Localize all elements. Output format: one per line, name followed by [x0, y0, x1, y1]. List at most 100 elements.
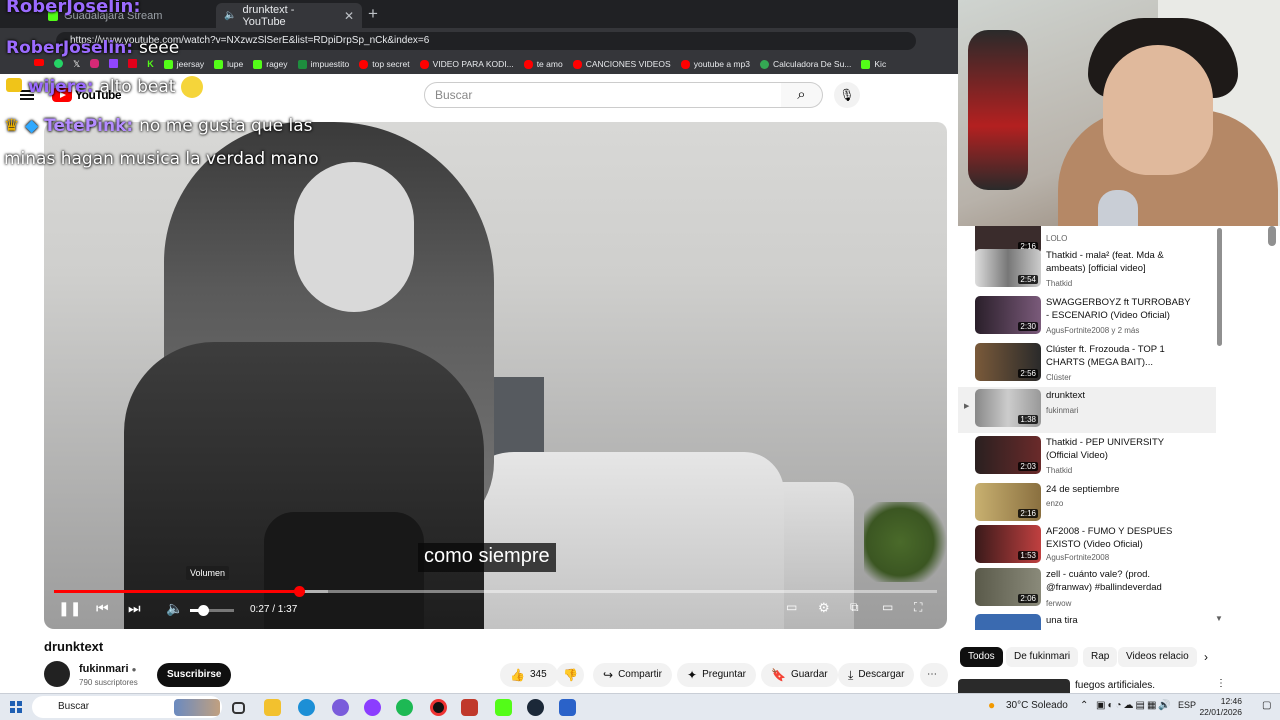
playlist-channel: Thatkid	[1046, 466, 1073, 475]
steam-icon[interactable]	[527, 699, 544, 716]
chip-rap[interactable]: Rap	[1083, 647, 1118, 667]
playlist-item[interactable]: 2:54 Thatkid - mala² (feat. Mda & ambeat…	[958, 247, 1216, 293]
video-player[interactable]: como siempre Volumen ❚❚ ⏮ ⏭ 🔈 0:27 / 1:3…	[44, 122, 947, 629]
bookmark-jeersay[interactable]: jeersay	[163, 59, 204, 69]
chip-de-fukinmari[interactable]: De fukinmari	[1006, 647, 1079, 667]
settings-icon[interactable]: ⚙	[818, 600, 830, 616]
youtube-bookmark-icon[interactable]	[34, 58, 44, 66]
subtitles-icon[interactable]: ▭	[786, 600, 797, 614]
playlist-item[interactable]: una tira	[958, 612, 1216, 630]
download-icon: ⤓	[848, 668, 854, 682]
playlist-item[interactable]: 2:30 SWAGGERBOYZ ft TURROBABY - ESCENARI…	[958, 294, 1216, 340]
bookmark-youtube-mp3[interactable]: youtube a mp3	[680, 59, 750, 69]
share-button[interactable]: ↪ Compartir	[593, 663, 672, 687]
weather-icon[interactable]: ●	[988, 698, 995, 712]
playlist-scrollbar[interactable]	[1217, 228, 1222, 346]
close-tab-icon[interactable]: ✕	[344, 9, 354, 23]
language-indicator[interactable]: ESP	[1178, 700, 1196, 710]
more-options-icon[interactable]: ⋮	[1216, 678, 1226, 689]
channel-avatar[interactable]	[44, 661, 70, 687]
whatsapp-bookmark-icon[interactable]	[54, 58, 63, 68]
kick-bookmark-icon[interactable]: K	[147, 59, 154, 70]
bookmark-impuestito[interactable]: impuestito	[297, 59, 349, 69]
bookmark-lupe[interactable]: lupe	[214, 59, 243, 69]
playlist-item[interactable]: 2:16 24 de septiembre enzo	[958, 481, 1216, 527]
bookmark-kick[interactable]: Kic	[861, 59, 886, 69]
volume-knob[interactable]	[198, 605, 210, 616]
thumbs-down-icon: 👎	[563, 668, 578, 682]
save-button[interactable]: 🔖 Guardar	[761, 663, 838, 687]
search-input[interactable]: Buscar	[424, 82, 782, 108]
next-icon[interactable]: ⏭	[128, 600, 141, 617]
app-icon[interactable]	[559, 699, 576, 716]
weather-text[interactable]: 30°C Soleado	[1006, 700, 1068, 711]
ask-button[interactable]: ✦ Preguntar	[677, 663, 756, 687]
playlist-item[interactable]: 2:56 Clúster ft. Frozouda - TOP 1 CHARTS…	[958, 341, 1216, 387]
file-explorer-icon[interactable]	[264, 699, 281, 716]
chevron-right-icon[interactable]: ›	[1204, 650, 1208, 664]
chip-videos-relacionados[interactable]: Videos relacio	[1118, 647, 1197, 667]
related-video-title[interactable]: fuegos artificiales.	[1075, 680, 1155, 691]
search-button[interactable]: ⌕	[781, 82, 823, 108]
bookmark-canciones[interactable]: CANCIONES VIDEOS	[572, 59, 671, 69]
theater-mode-icon[interactable]: ▭	[882, 600, 893, 614]
bookmark-top-secret[interactable]: top secret	[359, 59, 410, 69]
playlist-panel: 2:16 LOLO 2:54 Thatkid - mala² (feat. Md…	[958, 226, 1280, 630]
chat-line-4: ♛ ◆ TetePink: no me gusta que las	[4, 116, 313, 136]
twitch-bookmark-icon[interactable]	[109, 58, 119, 68]
like-button[interactable]: 👍 345	[500, 663, 558, 687]
windows-start-icon[interactable]	[10, 701, 22, 713]
kick-app-icon[interactable]	[495, 699, 512, 716]
channel-name[interactable]: fukinmari ●	[79, 663, 136, 675]
playlist-item[interactable]: 2:03 Thatkid - PEP UNIVERSITY (Official …	[958, 434, 1216, 480]
youtube-icon	[359, 59, 369, 69]
task-view-icon[interactable]	[232, 702, 245, 714]
emoji-icon	[181, 76, 204, 98]
chip-todos[interactable]: Todos	[960, 647, 1003, 667]
red-bookmark-icon[interactable]	[128, 58, 138, 68]
x-bookmark-icon[interactable]: 𝕏	[73, 59, 80, 70]
pause-icon[interactable]: ❚❚	[58, 600, 81, 617]
edge-icon[interactable]	[298, 699, 315, 716]
url-field[interactable]: https://www.youtube.com/watch?v=NXzwzSlS…	[56, 32, 916, 50]
system-clock[interactable]: 12:46 22/01/2026	[1196, 696, 1242, 718]
scroll-down-icon[interactable]: ▼	[1215, 614, 1223, 623]
browser-tab-active[interactable]: 🔈 drunktext - YouTube ✕	[216, 3, 362, 28]
discord-icon[interactable]	[332, 699, 349, 716]
playlist-item-current[interactable]: ▶ 1:38 drunktext fukinmari	[958, 387, 1216, 433]
kick-icon	[163, 59, 173, 69]
search-highlight-image[interactable]	[174, 699, 220, 716]
instagram-bookmark-icon[interactable]	[90, 58, 100, 68]
bookmark-te-amo[interactable]: te amo	[523, 59, 563, 69]
tray-overflow-icon[interactable]: ⌃	[1080, 700, 1088, 711]
bookmark-calculadora[interactable]: Calculadora De Su...	[759, 59, 851, 69]
playlist-title: zell - cuánto vale? (prod. @franwav) #ba…	[1046, 569, 1162, 593]
miniplayer-icon[interactable]: ⧉	[850, 600, 859, 615]
more-actions-button[interactable]: ⋯	[920, 663, 948, 687]
new-tab-button[interactable]: +	[368, 4, 378, 24]
page-scrollbar[interactable]	[1268, 226, 1276, 246]
spotify-icon[interactable]	[396, 699, 413, 716]
bookmark-ragey[interactable]: ragey	[253, 59, 288, 69]
canva-icon[interactable]	[364, 699, 381, 716]
previous-icon[interactable]: ⏮	[96, 600, 109, 617]
playlist-item[interactable]: 2:06 zell - cuánto vale? (prod. @franwav…	[958, 566, 1216, 612]
fullscreen-icon[interactable]: ⛶	[914, 600, 922, 615]
voicemeeter-icon[interactable]	[461, 699, 478, 716]
related-video-thumbnail[interactable]	[958, 679, 1070, 693]
playlist-item[interactable]: 1:53 AF2008 - FUMO Y DESPUES EXISTO (Vid…	[958, 523, 1216, 569]
bookmark-video-kodi[interactable]: VIDEO PARA KODI...	[419, 59, 514, 69]
notification-icon[interactable]: ▢	[1262, 700, 1271, 711]
volume-icon[interactable]: 🔈	[166, 600, 183, 617]
webcam-microphone	[1098, 190, 1138, 226]
subscribe-button[interactable]: Suscribirse	[157, 663, 232, 687]
voice-search-button[interactable]: 🎙	[834, 82, 860, 108]
download-button[interactable]: ⤓ Descargar	[838, 663, 915, 687]
volume-slider[interactable]	[190, 605, 234, 616]
chrome-icon[interactable]	[430, 699, 447, 716]
emote-icon	[6, 78, 22, 92]
tray-icons[interactable]: ▣◐◔☁▤▦🔊	[1096, 700, 1173, 711]
browser-tabbar: Guadalajara Stream 🔈 drunktext - YouTube…	[0, 0, 958, 28]
dislike-button[interactable]: 👎	[556, 663, 584, 687]
progress-bar[interactable]	[54, 586, 937, 597]
